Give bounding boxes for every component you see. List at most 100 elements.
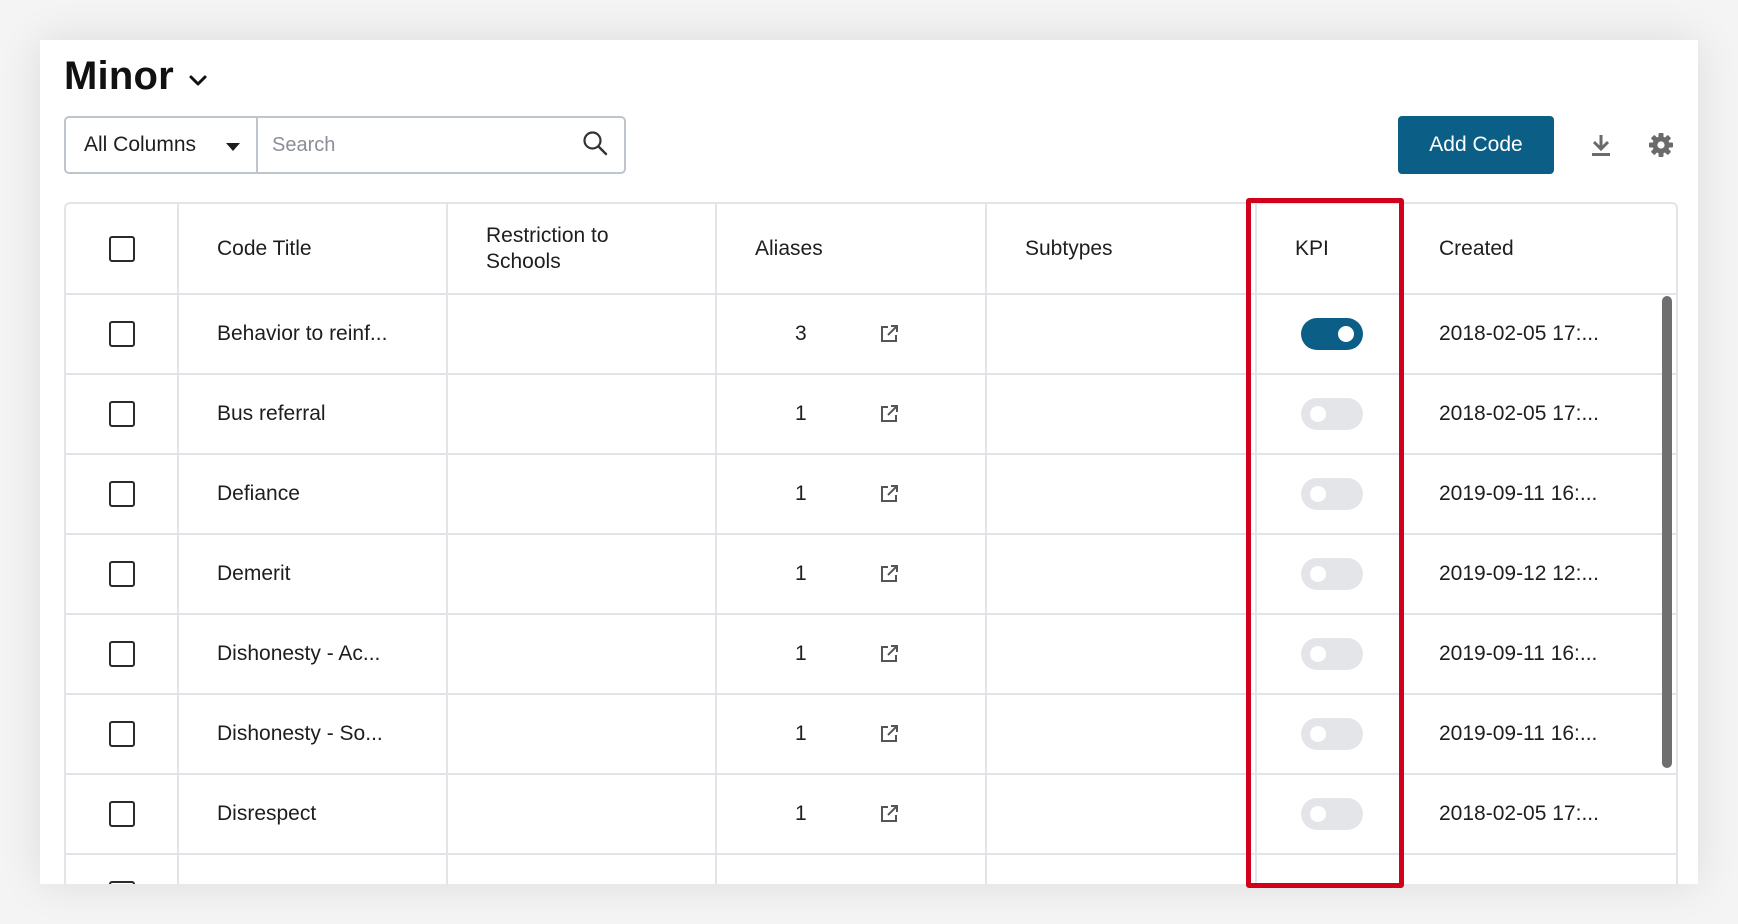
alias-count: 1 bbox=[795, 642, 807, 665]
table-row[interactable]: Dishonesty - Ac... 1 2019-09-11 16:... bbox=[66, 614, 1676, 695]
restriction-cell bbox=[447, 534, 717, 615]
row-checkbox[interactable] bbox=[108, 401, 135, 427]
table-row[interactable]: Disrespect 1 2018-02-05 17:... bbox=[66, 774, 1676, 855]
table-body: Behavior to reinf... 3 2018-02-05 17:... bbox=[66, 294, 1676, 884]
vertical-scrollbar[interactable] bbox=[1662, 296, 1672, 768]
created-cell: 2018-02-05 17:... bbox=[1400, 374, 1676, 455]
aliases-cell: 1 bbox=[716, 534, 987, 615]
column-header-created[interactable]: Created bbox=[1400, 204, 1676, 295]
table-row[interactable]: Behavior to reinf... 3 2018-02-05 17:... bbox=[66, 294, 1676, 375]
row-checkbox[interactable] bbox=[108, 881, 135, 884]
download-icon[interactable] bbox=[1590, 133, 1612, 157]
kpi-cell bbox=[1256, 694, 1401, 775]
kpi-cell bbox=[1256, 374, 1401, 455]
code-title-cell: Bus referral bbox=[178, 374, 448, 455]
row-select-cell bbox=[66, 294, 179, 375]
created-cell: 2018-02-05 17:... bbox=[1400, 774, 1676, 855]
code-title-cell: Behavior to reinf... bbox=[178, 294, 448, 375]
external-link-icon[interactable] bbox=[879, 644, 899, 664]
column-header-restriction[interactable]: Restriction to Schools bbox=[447, 204, 717, 295]
row-select-cell bbox=[66, 854, 179, 884]
row-checkbox[interactable] bbox=[108, 801, 135, 827]
created-cell bbox=[1400, 854, 1676, 884]
title-row: Minor bbox=[64, 54, 208, 99]
kpi-toggle[interactable] bbox=[1301, 398, 1363, 430]
toggle-knob bbox=[1310, 566, 1326, 582]
kpi-toggle[interactable] bbox=[1301, 718, 1363, 750]
toggle-knob bbox=[1310, 486, 1326, 502]
external-link-icon[interactable] bbox=[879, 404, 899, 424]
kpi-toggle[interactable] bbox=[1301, 638, 1363, 670]
table-row[interactable]: Dishonesty - So... 1 2019-09-11 16:... bbox=[66, 694, 1676, 775]
search-box bbox=[258, 118, 624, 172]
kpi-toggle[interactable] bbox=[1301, 798, 1363, 830]
alias-count: 1 bbox=[795, 402, 807, 425]
column-header-aliases[interactable]: Aliases bbox=[716, 204, 987, 295]
created-cell: 2019-09-11 16:... bbox=[1400, 694, 1676, 775]
add-code-button[interactable]: Add Code bbox=[1398, 116, 1554, 174]
select-all-checkbox[interactable] bbox=[108, 235, 135, 262]
row-checkbox[interactable] bbox=[108, 641, 135, 667]
external-link-icon[interactable] bbox=[879, 804, 899, 824]
kpi-toggle[interactable] bbox=[1301, 478, 1363, 510]
external-link-icon[interactable] bbox=[879, 724, 899, 744]
restriction-cell bbox=[447, 294, 717, 375]
caret-down-icon bbox=[226, 133, 240, 157]
chevron-down-icon[interactable] bbox=[188, 74, 208, 88]
toggle-knob bbox=[1310, 406, 1326, 422]
alias-count: 1 bbox=[795, 482, 807, 505]
select-all-cell bbox=[66, 204, 179, 295]
aliases-cell: 1 bbox=[716, 374, 987, 455]
subtypes-cell bbox=[986, 294, 1257, 375]
external-link-icon[interactable] bbox=[879, 324, 899, 344]
alias-count: 1 bbox=[795, 562, 807, 585]
aliases-cell: 1 bbox=[716, 454, 987, 535]
row-select-cell bbox=[66, 374, 179, 455]
aliases-cell: 1 bbox=[716, 614, 987, 695]
search-input[interactable] bbox=[272, 133, 562, 157]
kpi-cell bbox=[1256, 534, 1401, 615]
restriction-cell bbox=[447, 374, 717, 455]
kpi-cell bbox=[1256, 294, 1401, 375]
kpi-toggle[interactable] bbox=[1301, 558, 1363, 590]
column-select[interactable]: All Columns bbox=[66, 118, 258, 172]
page-title: Minor bbox=[64, 54, 174, 98]
table-header-row: Code Title Restriction to Schools Aliase… bbox=[66, 204, 1676, 295]
table-row[interactable] bbox=[66, 854, 1676, 884]
column-header-code-title[interactable]: Code Title bbox=[178, 204, 448, 295]
kpi-toggle[interactable] bbox=[1301, 318, 1363, 350]
row-select-cell bbox=[66, 694, 179, 775]
alias-count: 3 bbox=[795, 322, 807, 345]
row-checkbox[interactable] bbox=[108, 721, 135, 747]
toolbar: All Columns Add Code bbox=[64, 116, 1674, 174]
column-header-kpi[interactable]: KPI bbox=[1256, 204, 1401, 295]
code-title-cell bbox=[178, 854, 448, 884]
search-icon[interactable] bbox=[582, 130, 608, 161]
row-checkbox[interactable] bbox=[108, 481, 135, 507]
subtypes-cell bbox=[986, 534, 1257, 615]
table-row[interactable]: Bus referral 1 2018-02-05 17:... bbox=[66, 374, 1676, 455]
subtypes-cell bbox=[986, 774, 1257, 855]
code-title-cell: Demerit bbox=[178, 534, 448, 615]
aliases-cell bbox=[716, 854, 987, 884]
external-link-icon[interactable] bbox=[879, 564, 899, 584]
restriction-cell bbox=[447, 454, 717, 535]
created-cell: 2018-02-05 17:... bbox=[1400, 294, 1676, 375]
gear-icon[interactable] bbox=[1648, 132, 1674, 158]
kpi-cell bbox=[1256, 454, 1401, 535]
row-select-cell bbox=[66, 454, 179, 535]
table-row[interactable]: Defiance 1 2019-09-11 16:... bbox=[66, 454, 1676, 535]
alias-count: 1 bbox=[795, 722, 807, 745]
created-cell: 2019-09-11 16:... bbox=[1400, 454, 1676, 535]
filter-group: All Columns bbox=[64, 116, 626, 174]
external-link-icon[interactable] bbox=[879, 484, 899, 504]
row-select-cell bbox=[66, 614, 179, 695]
column-header-subtypes[interactable]: Subtypes bbox=[986, 204, 1257, 295]
codes-table-container: Code Title Restriction to Schools Aliase… bbox=[64, 202, 1678, 884]
kpi-cell bbox=[1256, 774, 1401, 855]
table-row[interactable]: Demerit 1 2019-09-12 12:... bbox=[66, 534, 1676, 615]
row-checkbox[interactable] bbox=[108, 561, 135, 587]
row-checkbox[interactable] bbox=[108, 321, 135, 347]
restriction-cell bbox=[447, 694, 717, 775]
subtypes-cell bbox=[986, 694, 1257, 775]
